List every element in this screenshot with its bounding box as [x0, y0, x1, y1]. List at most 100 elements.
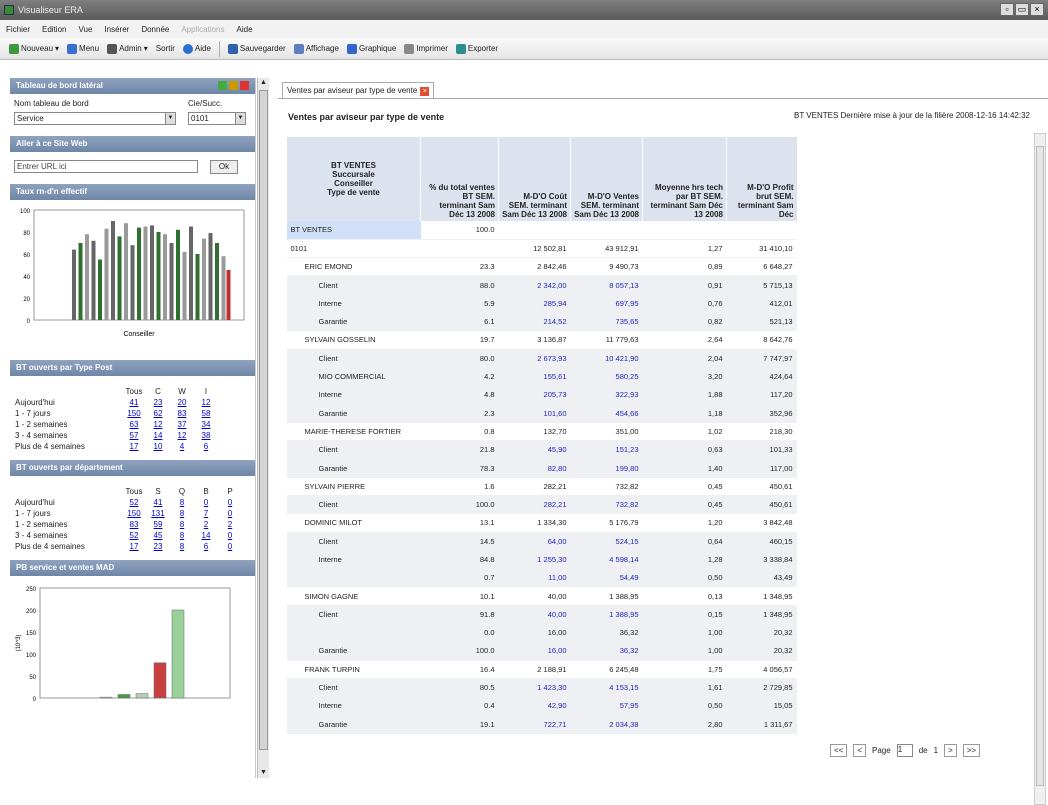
bt-type-count-link[interactable]: 63: [122, 419, 146, 430]
chevron-down-icon[interactable]: ▼: [235, 113, 245, 124]
grid-column-header[interactable]: M-D'O Ventes SEM. terminant Sam Déc 13 2…: [570, 137, 643, 221]
grid-column-header[interactable]: M-D'O Profit brut SEM. terminant Sam Déc: [726, 137, 797, 221]
bt-dept-count-link[interactable]: 17: [122, 541, 146, 552]
bt-dept-count-link[interactable]: 150: [122, 508, 146, 519]
table-row[interactable]: 0.0 16,00 36,32 1,00 20,32: [286, 623, 797, 643]
bt-dept-count-link[interactable]: 8: [170, 519, 194, 530]
bt-dept-count-link[interactable]: 7: [194, 508, 218, 519]
affichage-button[interactable]: Affichage: [291, 42, 342, 56]
bt-dept-count-link[interactable]: 45: [146, 530, 170, 541]
aide-button[interactable]: Aide: [180, 42, 214, 56]
bt-dept-count-link[interactable]: 0: [218, 508, 242, 519]
close-tab-icon[interactable]: ×: [420, 87, 430, 96]
nouveau-button[interactable]: Nouveau ▾: [6, 42, 62, 56]
bt-type-count-link[interactable]: 12: [146, 419, 170, 430]
bt-type-count-link[interactable]: 4: [170, 441, 194, 452]
table-row[interactable]: Client 88.0 2 342,00 8 057,13 0,91 5 715,13: [286, 275, 797, 295]
scroll-up-icon[interactable]: ▲: [259, 78, 268, 88]
bt-type-count-link[interactable]: 58: [194, 408, 218, 419]
next-page-button[interactable]: >: [944, 744, 957, 757]
bt-dept-count-link[interactable]: 2: [218, 519, 242, 530]
report-scroll-thumb[interactable]: [1036, 146, 1044, 786]
bt-dept-count-link[interactable]: 0: [218, 530, 242, 541]
last-page-button[interactable]: >>: [962, 744, 981, 757]
url-input[interactable]: Entrer URL ici: [14, 160, 198, 173]
exporter-button[interactable]: Exporter: [453, 42, 501, 56]
table-row[interactable]: MIO COMMERCIAL 4.2 155,61 580,25 3,20 424,64: [286, 367, 797, 387]
bt-type-count-link[interactable]: 150: [122, 408, 146, 419]
refresh-icon[interactable]: [218, 81, 227, 90]
menu-aide[interactable]: Aide: [237, 25, 253, 34]
table-row[interactable]: Client 100.0 282,21 732,82 0,45 450,61: [286, 495, 797, 515]
menu-fichier[interactable]: Fichier: [6, 25, 30, 34]
menu-inserer[interactable]: Insérer: [104, 25, 129, 34]
scroll-thumb[interactable]: [259, 90, 268, 750]
bt-dept-count-link[interactable]: 131: [146, 508, 170, 519]
imprimer-button[interactable]: Imprimer: [401, 42, 451, 56]
grid-column-header[interactable]: % du total ventes BT SEM. terminant Sam …: [420, 137, 499, 221]
bt-dept-count-link[interactable]: 23: [146, 541, 170, 552]
table-row[interactable]: Garantie 19.1 722,71 2 034,38 2,80 1 311,67: [286, 715, 797, 734]
bt-dept-count-link[interactable]: 0: [218, 497, 242, 508]
table-row[interactable]: Client 80.0 2 673,93 10 421,90 2,04 7 747,97: [286, 349, 797, 368]
sidebar-scrollbar[interactable]: ▲ ▼: [257, 78, 269, 778]
bt-dept-count-link[interactable]: 14: [194, 530, 218, 541]
bt-dept-count-link[interactable]: 8: [170, 530, 194, 541]
table-row[interactable]: Garantie 100.0 16,00 36,32 1,00 20,32: [286, 641, 797, 661]
tab-report[interactable]: Ventes par aviseur par type de vente ×: [282, 82, 435, 98]
sauvegarder-button[interactable]: Sauvegarder: [225, 42, 289, 56]
bt-dept-count-link[interactable]: 0: [218, 541, 242, 552]
bt-dept-count-link[interactable]: 59: [146, 519, 170, 530]
table-row[interactable]: SIMON GAGNE 10.1 40,00 1 388,95 0,13 1 348,95: [286, 586, 797, 606]
page-input[interactable]: 1: [896, 744, 913, 757]
table-row[interactable]: Interne 0.4 42,90 57,95 0,50 15,05: [286, 696, 797, 716]
bt-dept-count-link[interactable]: 41: [146, 497, 170, 508]
minimize-button[interactable]: ▫: [1000, 3, 1014, 16]
bt-dept-count-link[interactable]: 52: [122, 497, 146, 508]
bt-type-count-link[interactable]: 12: [170, 430, 194, 441]
dashboard-name-select[interactable]: Service ▼: [14, 112, 176, 125]
close-button[interactable]: ×: [1030, 3, 1044, 16]
ok-button[interactable]: Ok: [210, 160, 238, 174]
bt-type-count-link[interactable]: 37: [170, 419, 194, 430]
bt-dept-count-link[interactable]: 8: [170, 497, 194, 508]
table-row[interactable]: Client 80.5 1 423,30 4 153,15 1,61 2 729,85: [286, 678, 797, 698]
cie-select[interactable]: 0101 ▼: [188, 112, 246, 125]
table-row[interactable]: MARIE-THERESE FORTIER 0.8 132,70 351,00 1,02…: [286, 422, 797, 442]
graphique-button[interactable]: Graphique: [344, 42, 399, 56]
first-page-button[interactable]: <<: [830, 744, 848, 757]
close-icon[interactable]: [240, 81, 249, 90]
bt-type-count-link[interactable]: 34: [194, 419, 218, 430]
table-row[interactable]: Garantie 78.3 82,80 199,80 1,40 117,00: [286, 458, 797, 478]
bt-type-count-link[interactable]: 20: [170, 397, 194, 408]
bt-type-count-link[interactable]: 83: [170, 408, 194, 419]
grid-column-header[interactable]: M-D'O Coût SEM. terminant Sam Déc 13 200…: [498, 137, 571, 221]
bt-dept-count-link[interactable]: 8: [170, 541, 194, 552]
bt-dept-count-link[interactable]: 6: [194, 541, 218, 552]
bt-dept-count-link[interactable]: 0: [194, 497, 218, 508]
bt-type-count-link[interactable]: 38: [194, 430, 218, 441]
bt-type-count-link[interactable]: 6: [194, 441, 218, 452]
grid-column-header[interactable]: BT VENTES Succursale Conseiller Type de ven…: [286, 137, 421, 221]
bt-type-count-link[interactable]: 57: [122, 430, 146, 441]
menu-donnee[interactable]: Donnée: [141, 25, 169, 34]
bt-type-count-link[interactable]: 14: [146, 430, 170, 441]
table-row[interactable]: BT VENTES 100.0: [286, 221, 797, 240]
grid-column-header[interactable]: Moyenne hrs tech par BT SEM. terminant S…: [642, 137, 727, 221]
scroll-down-icon[interactable]: ▼: [259, 768, 268, 778]
chevron-down-icon[interactable]: ▼: [165, 113, 175, 124]
menu-edition[interactable]: Edition: [42, 25, 66, 34]
table-row[interactable]: SYLVAIN GOSSELIN 19.7 3 136,87 11 779,63 2,6…: [286, 330, 797, 350]
bt-type-count-link[interactable]: 23: [146, 397, 170, 408]
table-row[interactable]: DOMINIC MILOT 13.1 1 334,30 5 176,79 1,20 3 8…: [286, 513, 797, 533]
bt-type-count-link[interactable]: 41: [122, 397, 146, 408]
table-row[interactable]: Interne 5.9 285,94 697,95 0,76 412,01: [286, 294, 797, 313]
restore-button[interactable]: ▭: [1015, 3, 1029, 16]
table-row[interactable]: Garantie 6.1 214,52 735,65 0,82 521,13: [286, 312, 797, 332]
table-row[interactable]: Client 91.8 40,00 1 388,95 0,15 1 348,95: [286, 605, 797, 625]
prev-page-button[interactable]: <: [853, 744, 867, 757]
table-row[interactable]: Garantie 2.3 101,60 454,66 1,18 352,96: [286, 403, 797, 423]
table-row[interactable]: FRANK TURPIN 16.4 2 188,91 6 245,48 1,75 4 05…: [286, 660, 797, 679]
sortir-button[interactable]: Sortir: [153, 42, 178, 55]
table-row[interactable]: 0.7 11,00 54,49 0,50 43,49: [286, 568, 797, 588]
